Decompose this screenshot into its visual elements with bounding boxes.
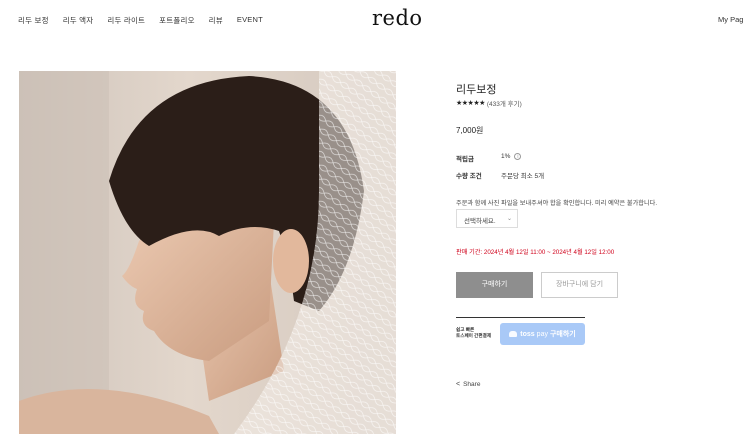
product-title: 리두보정 bbox=[456, 84, 497, 96]
toss-brand: toss bbox=[520, 330, 535, 338]
review-count: (433개 후기) bbox=[486, 101, 522, 108]
site-logo[interactable]: redo bbox=[372, 6, 423, 30]
quantity-label: 수량 조건 bbox=[456, 173, 482, 180]
points-label: 적립금 bbox=[456, 156, 474, 163]
product-image bbox=[19, 71, 396, 434]
share-button[interactable]: < Share bbox=[456, 381, 480, 388]
main-nav: 리두 보정 리두 액자 리두 라이트 포트폴리오 리뷰 EVENT bbox=[18, 15, 277, 26]
mypage-link[interactable]: My Page bbox=[718, 15, 743, 24]
share-icon: < bbox=[456, 381, 461, 388]
add-to-cart-button[interactable]: 장바구니에 담기 bbox=[541, 272, 618, 298]
chevron-down-icon: ⌄ bbox=[506, 216, 512, 222]
nav-frame[interactable]: 리두 액자 bbox=[63, 15, 94, 26]
option-select-value: 선택하세요. bbox=[464, 218, 496, 225]
toss-logo-icon bbox=[509, 331, 518, 337]
nav-light[interactable]: 리두 라이트 bbox=[107, 15, 145, 26]
order-notice: 주문과 함께 사진 파일을 보내주셔야 합을 확인합니다. 미리 예약은 불가합… bbox=[456, 200, 658, 207]
nav-event[interactable]: EVENT bbox=[237, 15, 263, 26]
toss-caption-line2: 토스페이 간편결제 bbox=[456, 333, 492, 338]
quantity-value: 주문당 최소 5개 bbox=[501, 173, 545, 180]
product-price: 7,000원 bbox=[456, 126, 484, 135]
rating[interactable]: ★★★★★ (433개 후기) bbox=[456, 98, 522, 108]
points-row: 적립금 1% i bbox=[456, 153, 522, 163]
option-select[interactable]: 선택하세요. ⌄ bbox=[456, 209, 518, 228]
share-label: Share bbox=[463, 381, 481, 388]
toss-pay-caption: 쉽고 빠른 토스페이 간편결제 bbox=[456, 327, 491, 339]
nav-portfolio[interactable]: 포트폴리오 bbox=[159, 15, 195, 26]
quantity-row: 수량 조건 주문당 최소 5개 bbox=[456, 170, 544, 180]
toss-pay-text: pay bbox=[536, 330, 548, 338]
nav-review[interactable]: 리뷰 bbox=[209, 15, 223, 26]
info-icon[interactable]: i bbox=[514, 153, 522, 160]
divider bbox=[456, 317, 585, 318]
toss-action: 구매하기 bbox=[549, 331, 576, 338]
buy-button[interactable]: 구매하기 bbox=[456, 272, 533, 298]
nav-retouch[interactable]: 리두 보정 bbox=[18, 15, 49, 26]
toss-pay-button[interactable]: toss pay 구매하기 bbox=[500, 323, 585, 345]
sale-period: 판매 기간: 2024년 4월 12일 11:00 ~ 2024년 4월 12일… bbox=[456, 249, 615, 256]
star-rating-icon: ★★★★★ bbox=[456, 100, 485, 107]
points-value: 1% bbox=[501, 153, 511, 160]
